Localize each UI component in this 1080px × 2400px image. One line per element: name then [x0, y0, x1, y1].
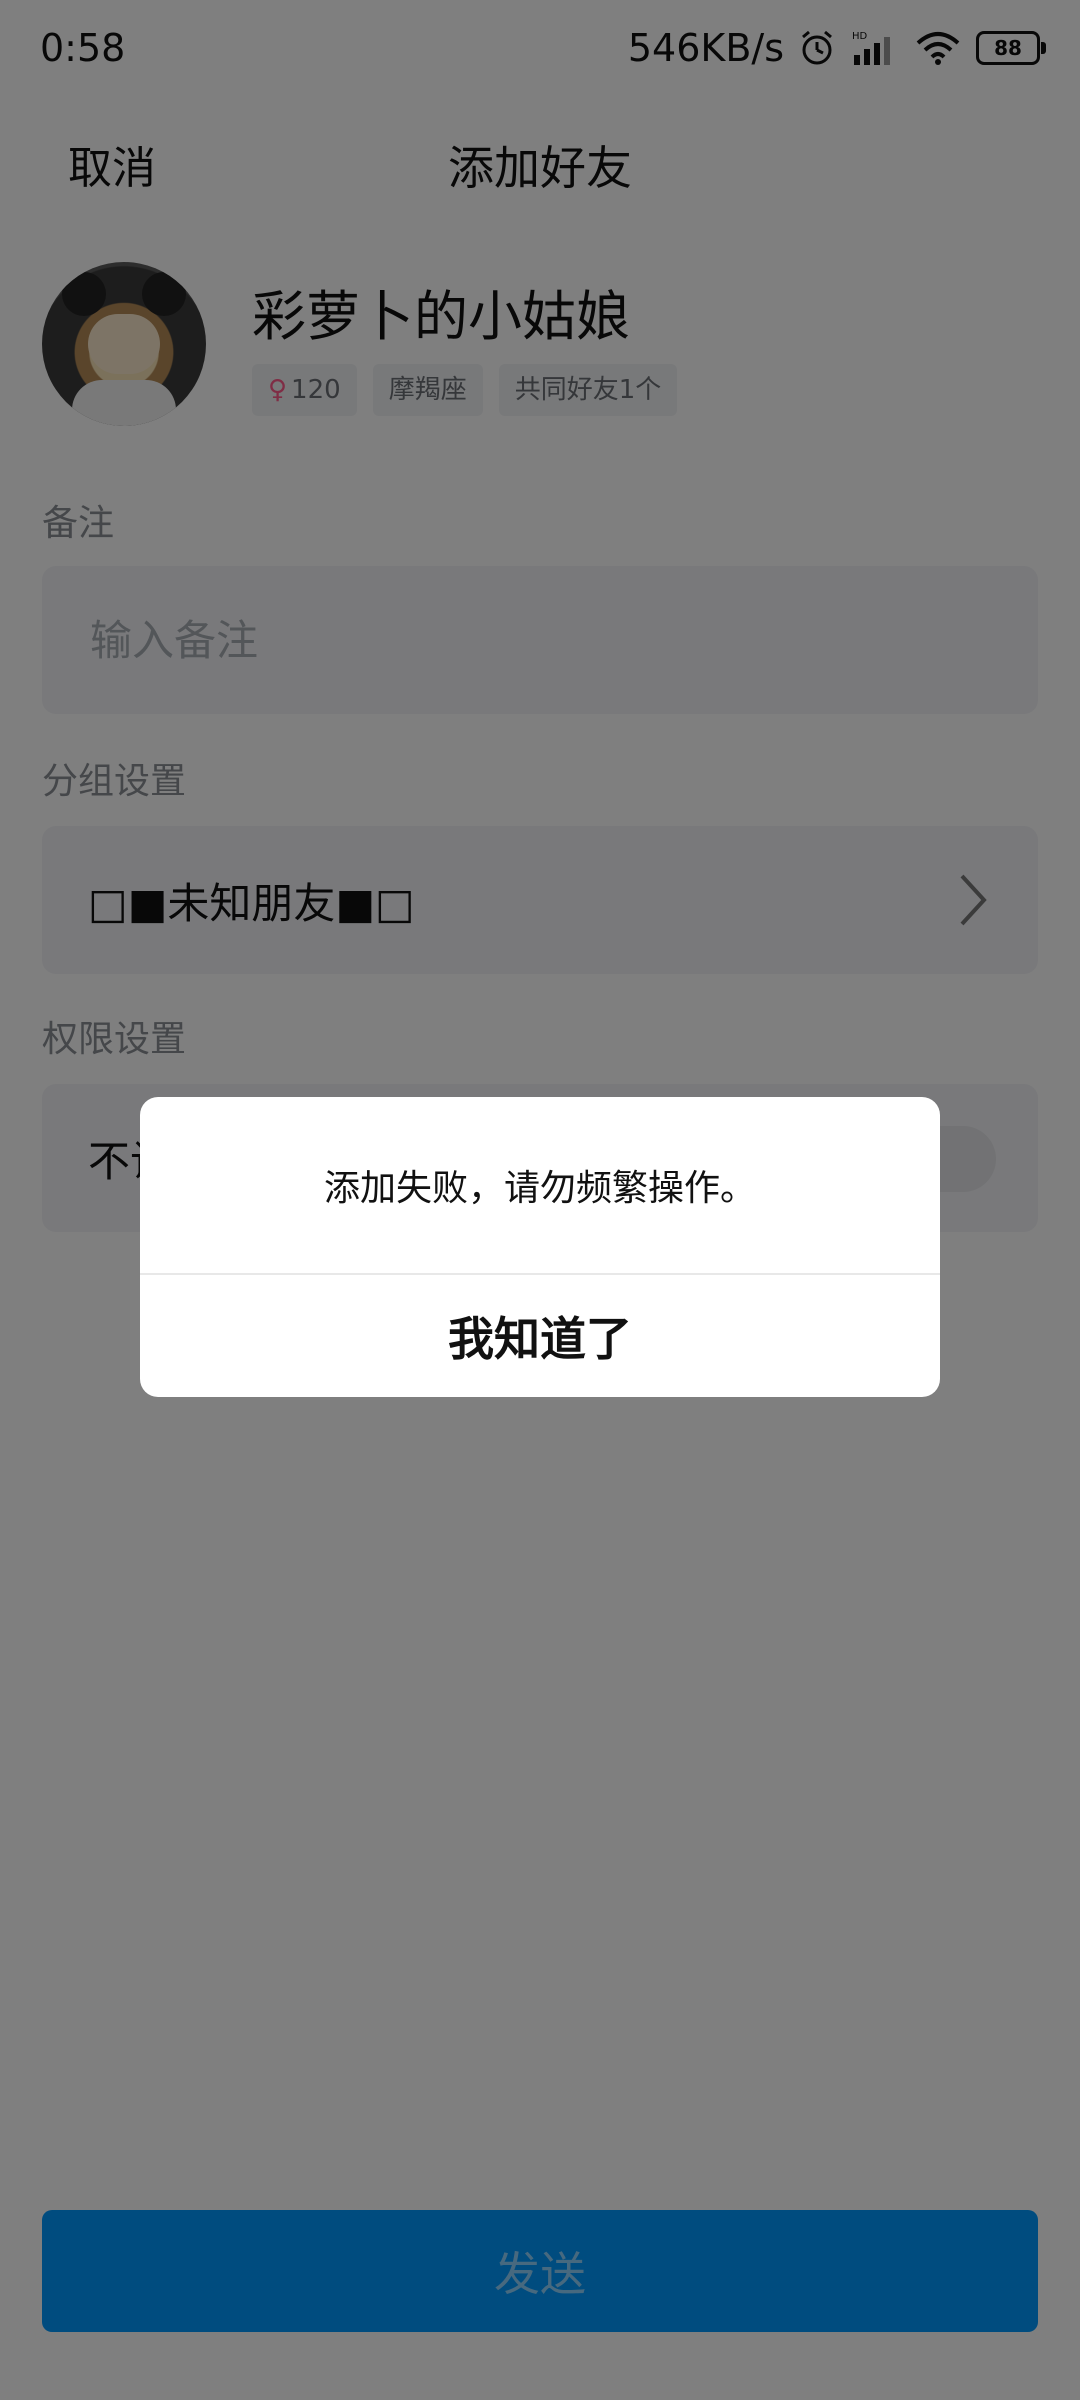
alert-dialog: 添加失败，请勿频繁操作。 我知道了 [140, 1097, 940, 1397]
dialog-confirm-button[interactable]: 我知道了 [140, 1275, 940, 1397]
dialog-message: 添加失败，请勿频繁操作。 [140, 1097, 940, 1275]
